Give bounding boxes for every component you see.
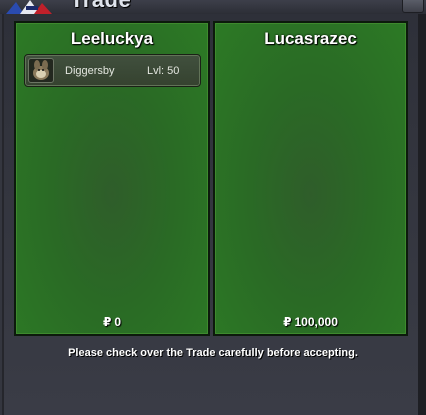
trade-icon [6,0,52,14]
their-offer-panel: Lucasrazec ₽100,000 [213,21,408,336]
money-left: ₽0 [16,315,208,329]
window-title: Trade [70,0,131,12]
player-name-left: Leeluckya [70,29,154,48]
window-title-bar[interactable]: Trade [0,0,426,14]
diggersby-icon [28,58,54,83]
pokemon-level: Lvl: 50 [147,65,180,77]
player-name-right: Lucasrazec [264,29,357,48]
money-right: ₽100,000 [215,315,406,329]
trade-notice: Please check over the Trade carefully be… [68,347,358,359]
pokedollar-icon: ₽ [102,315,112,329]
trade-item-slot[interactable]: Diggersby Lvl: 50 [24,54,201,87]
money-left-amount: 0 [114,315,122,329]
my-offer-panel: Leeluckya Diggersby Lvl: 50 ₽0 [14,21,210,336]
money-right-amount: 100,000 [294,315,338,329]
close-button[interactable] [402,0,424,13]
pokedollar-icon: ₽ [283,315,292,329]
pokemon-name: Diggersby [65,65,115,77]
